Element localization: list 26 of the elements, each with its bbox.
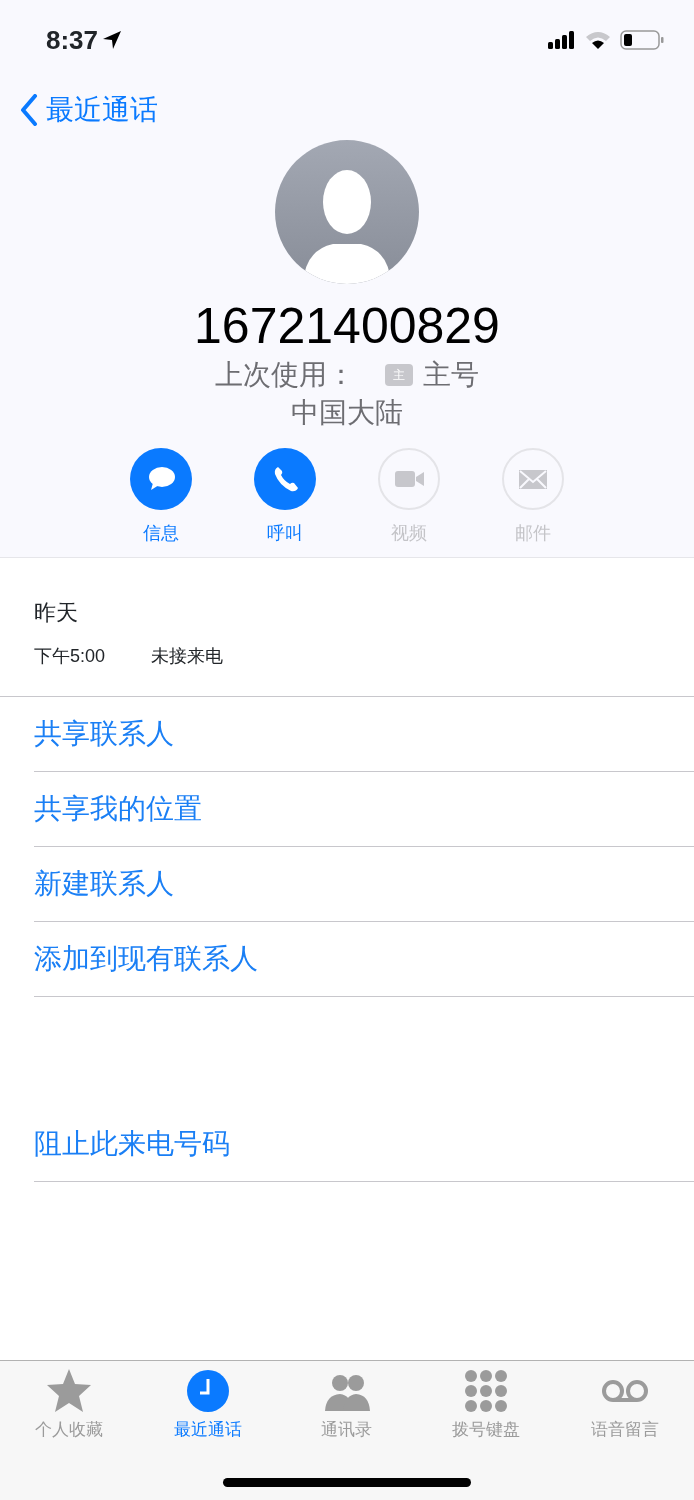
option-link[interactable]: 新建联系人 <box>34 847 694 921</box>
tab-button[interactable]: 语音留言 <box>555 1361 694 1500</box>
chevron-left-icon <box>20 94 38 126</box>
region-label: 中国大陆 <box>291 395 403 430</box>
clock-time: 8:37 <box>46 23 99 57</box>
option-link[interactable]: 添加到现有联系人 <box>34 922 694 996</box>
tab-button[interactable]: 个人收藏 <box>0 1361 139 1500</box>
call-date: 昨天 <box>34 599 79 627</box>
back-button[interactable]: 最近通话 <box>0 80 164 140</box>
option-link[interactable]: 共享联系人 <box>34 697 694 771</box>
action-button[interactable]: 信息 <box>99 447 223 547</box>
call-type: 未接来电 <box>151 645 223 668</box>
phone-number: 16721400829 <box>194 298 500 356</box>
tab-button[interactable]: 最近通话 <box>138 1361 278 1500</box>
tab-button[interactable]: 通讯录 <box>277 1361 417 1500</box>
action-button[interactable]: 呼叫 <box>223 447 347 547</box>
signal-icon <box>548 30 576 50</box>
battery-icon <box>620 29 664 51</box>
block-number-link[interactable]: 阻止此来电号码 <box>34 1107 694 1181</box>
wifi-icon <box>584 30 612 50</box>
tab-button[interactable]: 拨号键盘 <box>416 1361 556 1500</box>
last-used-label: 上次使用： <box>215 357 355 392</box>
location-arrow-icon <box>102 30 123 50</box>
call-time: 下午5:00 <box>34 645 107 668</box>
sim-line-label: 主号 <box>423 357 479 392</box>
option-link[interactable]: 共享我的位置 <box>34 772 694 846</box>
